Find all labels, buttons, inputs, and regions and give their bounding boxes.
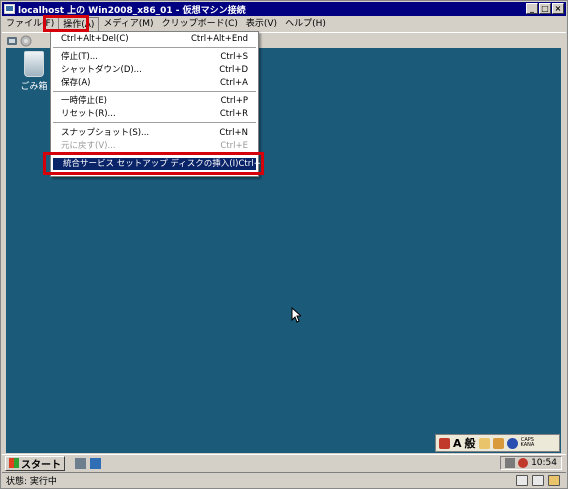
volume-muted-icon[interactable] xyxy=(518,458,529,468)
menu-item-label: リセット(R)... xyxy=(61,109,116,119)
menu-item-label: 停止(T)... xyxy=(61,52,98,62)
action-menu-highlight-box xyxy=(43,15,89,32)
lock-icon xyxy=(548,475,560,486)
integration-disk-highlight-box xyxy=(43,152,264,175)
start-vm-icon[interactable] xyxy=(20,35,32,47)
menu-item-shortcut: Ctrl+R xyxy=(219,109,248,119)
minimize-button[interactable]: _ xyxy=(526,3,538,14)
menu-item-shortcut: Ctrl+A xyxy=(219,78,248,88)
status-bar: 状態: 実行中 xyxy=(2,472,566,488)
menu-help[interactable]: ヘルプ(H) xyxy=(281,17,330,31)
recycle-bin-icon xyxy=(24,51,44,77)
menu-separator xyxy=(53,47,256,48)
help-icon[interactable] xyxy=(506,437,518,449)
vm-connection-window: localhost 上の Win2008_x86_01 - 仮想マシン接続 _ … xyxy=(0,0,568,489)
menu-item-reset[interactable]: リセット(R)... Ctrl+R xyxy=(51,108,258,120)
language-bar: A 般 CAPS KANA xyxy=(435,434,560,452)
vm-connection-app-icon xyxy=(4,4,15,14)
start-button[interactable]: スタート xyxy=(5,455,65,471)
menu-item-shortcut: Ctrl+N xyxy=(219,128,248,138)
mouse-pointer-icon xyxy=(291,307,301,323)
ctrl-alt-del-icon[interactable] xyxy=(6,35,18,47)
menu-item-ctrl-alt-del[interactable]: Ctrl+Alt+Del(C) Ctrl+Alt+End xyxy=(51,33,258,45)
windows-flag-icon xyxy=(9,458,19,468)
menu-item-revert: 元に戻す(V)... Ctrl+E xyxy=(51,140,258,152)
clock[interactable]: 10:54 xyxy=(531,458,557,468)
menu-item-label: 保存(A) xyxy=(61,78,91,88)
menu-item-label: シャットダウン(D)... xyxy=(61,65,142,75)
show-desktop-icon[interactable] xyxy=(90,457,101,469)
input-mode-a[interactable]: A xyxy=(453,437,462,450)
caps-kana-indicator: CAPS KANA xyxy=(521,438,535,448)
kana-label: KANA xyxy=(520,442,535,448)
close-button[interactable]: × xyxy=(552,3,564,14)
menu-clipboard[interactable]: クリップボード(C) xyxy=(158,17,242,31)
maximize-button[interactable]: □ xyxy=(539,3,551,14)
window-title: localhost 上の Win2008_x86_01 - 仮想マシン接続 xyxy=(18,5,246,16)
menu-item-shortcut: Ctrl+S xyxy=(220,52,248,62)
notification-area: 10:54 xyxy=(500,456,562,470)
menu-item-shortcut: Ctrl+E xyxy=(220,141,248,151)
menu-separator xyxy=(53,91,256,92)
menu-view[interactable]: 表示(V) xyxy=(242,17,281,31)
dictionary-icon[interactable] xyxy=(478,437,490,449)
menu-item-shortcut: Ctrl+P xyxy=(220,96,248,106)
taskbar: スタート 10:54 xyxy=(2,454,566,471)
status-icons xyxy=(516,475,560,486)
menu-item-label: 元に戻す(V)... xyxy=(61,141,116,151)
status-text: 状態: 実行中 xyxy=(6,477,57,487)
menu-separator xyxy=(53,122,256,123)
ime-mode-label[interactable]: 般 xyxy=(465,435,476,451)
menu-item-shutdown[interactable]: シャットダウン(D)... Ctrl+D xyxy=(51,64,258,76)
recycle-bin[interactable]: ごみ箱 xyxy=(19,51,49,92)
menu-item-label: スナップショット(S)... xyxy=(61,128,150,138)
network-icon[interactable] xyxy=(505,458,516,468)
window-controls: _ □ × xyxy=(526,3,564,14)
start-label: スタート xyxy=(21,459,61,471)
menu-item-label: 一時停止(E) xyxy=(61,96,108,106)
menu-item-shortcut: Ctrl+Alt+End xyxy=(190,34,248,44)
menu-item-save[interactable]: 保存(A) Ctrl+A xyxy=(51,77,258,89)
menu-item-snapshot[interactable]: スナップショット(S)... Ctrl+N xyxy=(51,127,258,139)
recycle-bin-label: ごみ箱 xyxy=(20,82,48,92)
keyboard-icon xyxy=(516,475,528,486)
menu-media[interactable]: メディア(M) xyxy=(99,17,157,31)
title-bar[interactable]: localhost 上の Win2008_x86_01 - 仮想マシン接続 _ … xyxy=(2,2,566,16)
server-manager-icon[interactable] xyxy=(75,457,86,469)
mouse-icon xyxy=(532,475,544,486)
menu-item-shortcut: Ctrl+D xyxy=(219,65,248,75)
quick-launch xyxy=(75,457,101,469)
menu-item-pause[interactable]: 一時停止(E) Ctrl+P xyxy=(51,95,258,107)
menu-item-stop[interactable]: 停止(T)... Ctrl+S xyxy=(51,51,258,63)
ime-tools-icon[interactable] xyxy=(492,437,504,449)
ime-pad-icon[interactable] xyxy=(439,437,450,449)
menu-item-label: Ctrl+Alt+Del(C) xyxy=(61,34,129,44)
